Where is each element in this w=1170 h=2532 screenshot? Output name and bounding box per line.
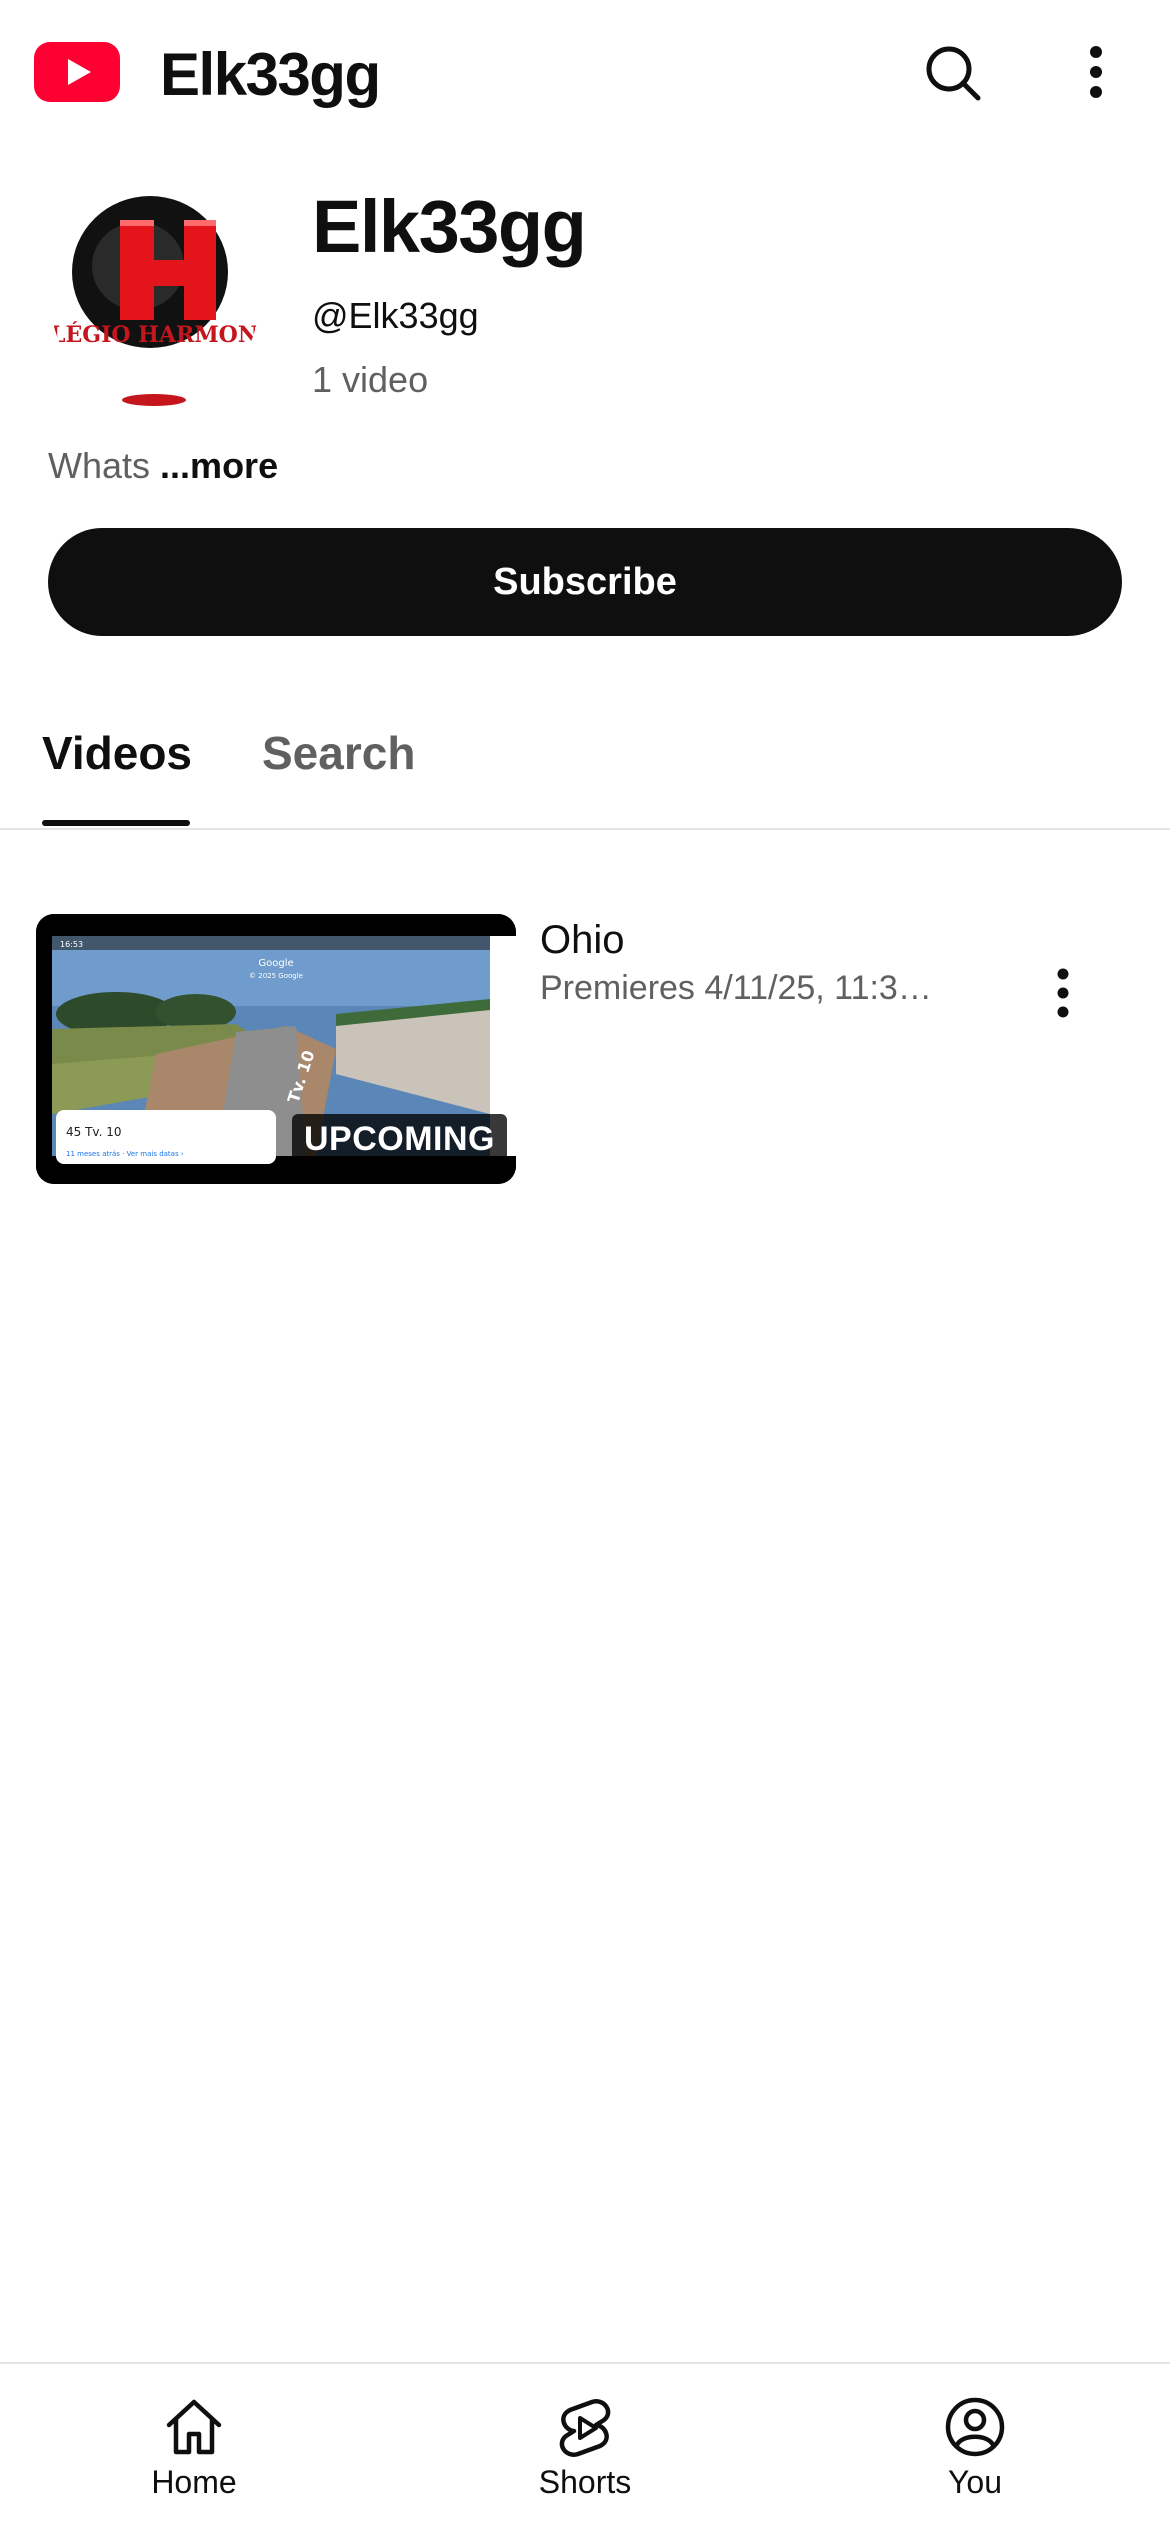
- channel-page: Elk33gg LÉGIO HARMON Elk33gg @Elk33gg 1 …: [0, 0, 1170, 2532]
- upcoming-badge: UPCOMING: [292, 1114, 507, 1165]
- channel-avatar[interactable]: LÉGIO HARMON: [50, 180, 260, 410]
- more-vert-icon[interactable]: [1066, 38, 1126, 108]
- thumbnail-status-time: 16:53: [60, 940, 83, 949]
- tabs-divider: [0, 828, 1170, 830]
- thumbnail-app-title: Google: [258, 958, 293, 969]
- video-more-vert-icon[interactable]: [1038, 958, 1088, 1028]
- shorts-icon: [559, 2399, 611, 2457]
- nav-home-label: Home: [151, 2464, 237, 2500]
- channel-tabs: Videos Search: [0, 700, 1170, 830]
- search-icon[interactable]: [918, 38, 988, 108]
- tab-videos[interactable]: Videos: [42, 726, 192, 780]
- nav-home[interactable]: Home: [74, 2394, 314, 2514]
- channel-handle: @Elk33gg: [312, 295, 479, 336]
- nav-shorts[interactable]: Shorts: [465, 2394, 705, 2514]
- thumbnail-caption: 11 meses atrás · Ver mais datas ›: [66, 1150, 184, 1158]
- video-list-item[interactable]: 16:53 Google © 2025 Google Tv. 10 45 Tv.…: [0, 910, 1170, 1190]
- thumbnail-address: 45 Tv. 10: [66, 1125, 121, 1139]
- bottom-navigation: Home Shorts You: [0, 2362, 1170, 2532]
- nav-you-label: You: [948, 2464, 1002, 2500]
- channel-description[interactable]: Whats ...more: [48, 448, 278, 484]
- video-title[interactable]: Ohio: [540, 920, 625, 960]
- subscribe-button[interactable]: Subscribe: [48, 528, 1122, 636]
- video-thumbnail[interactable]: 16:53 Google © 2025 Google Tv. 10 45 Tv.…: [36, 914, 516, 1184]
- nav-you[interactable]: You: [855, 2394, 1095, 2514]
- description-text: Whats: [48, 445, 151, 486]
- account-icon: [945, 2397, 1005, 2457]
- top-app-bar: Elk33gg: [0, 0, 1170, 150]
- channel-video-count: 1 video: [312, 359, 429, 400]
- avatar-logo-image: LÉGIO HARMON: [50, 180, 260, 410]
- avatar-logo-text: LÉGIO HARMON: [50, 321, 258, 348]
- tab-selected-indicator: [42, 820, 190, 826]
- tab-search[interactable]: Search: [262, 726, 415, 780]
- nav-shorts-label: Shorts: [538, 2464, 632, 2500]
- youtube-logo-icon[interactable]: [34, 42, 120, 102]
- channel-name: Elk33gg: [312, 185, 587, 268]
- video-meta: Premieres 4/11/25, 11:3…: [540, 970, 932, 1007]
- description-more-link[interactable]: ...more: [160, 445, 278, 486]
- app-bar-title: Elk33gg: [160, 41, 381, 108]
- home-icon: [166, 2399, 222, 2455]
- thumbnail-copyright: © 2025 Google: [249, 972, 303, 980]
